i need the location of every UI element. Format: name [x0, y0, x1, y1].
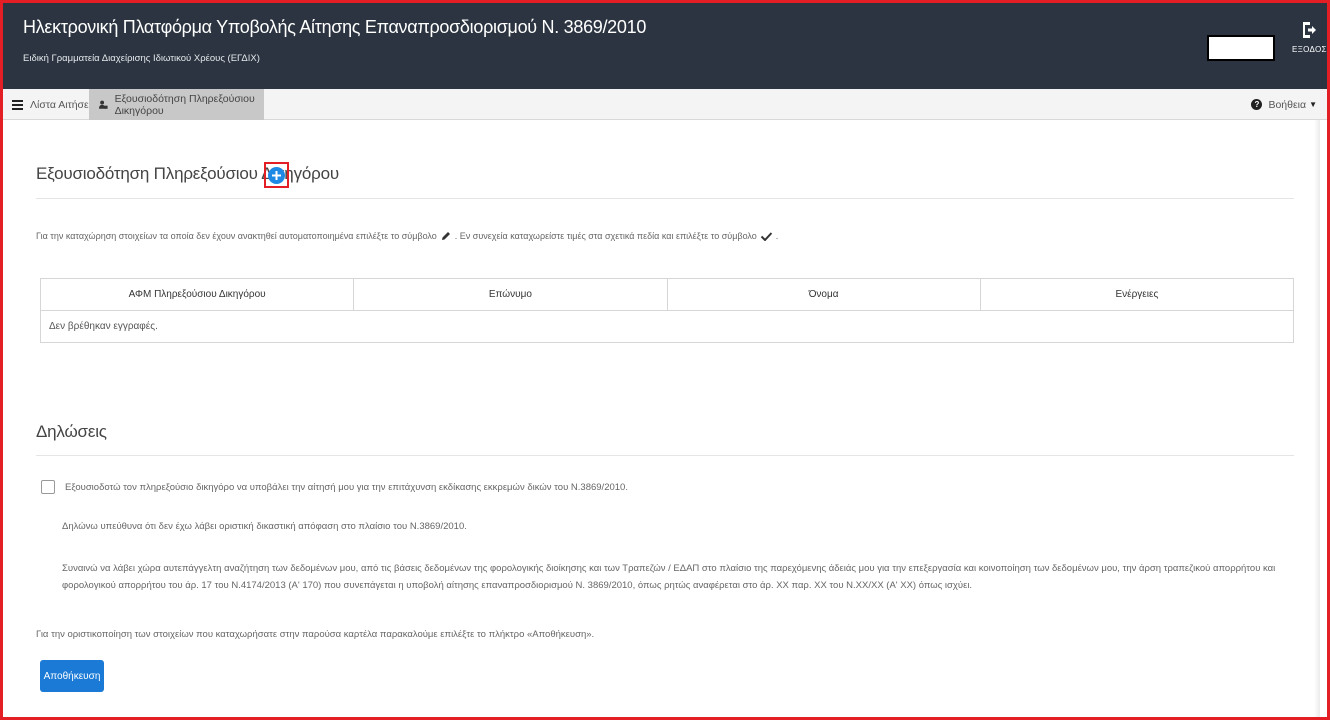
app-header: Ηλεκτρονική Πλατφόρμα Υποβολής Αίτησης Ε… — [3, 3, 1327, 89]
app-subtitle: Ειδική Γραμματεία Διαχείρισης Ιδιωτικού … — [23, 53, 260, 64]
authorize-lawyer-checkbox[interactable] — [41, 480, 55, 494]
app-title: Ηλεκτρονική Πλατφόρμα Υποβολής Αίτησης Ε… — [23, 17, 647, 37]
plus-icon — [272, 170, 281, 180]
user-name-box — [1207, 35, 1275, 61]
table-empty-message: Δεν βρέθηκαν εγγραφές. — [40, 310, 1294, 343]
column-header-actions: Ενέργειες — [979, 278, 1295, 311]
column-header-name: Όνομα — [666, 278, 981, 311]
instruction-text: Για την καταχώρηση στοιχείων τα οποία δε… — [36, 231, 778, 241]
help-label: Βοήθεια — [1268, 98, 1307, 111]
list-icon — [12, 99, 23, 110]
tab-lawyer-authorization-label: Εξουσιοδότηση Πληρεξούσιου Δικηγόρου — [114, 92, 255, 117]
question-circle-icon: ? — [1251, 99, 1263, 110]
declarations-section-title: Δηλώσεις — [36, 422, 107, 441]
save-button[interactable]: Αποθήκευση — [40, 660, 104, 692]
instruction-part1: Για την καταχώρηση στοιχείων τα οποία δε… — [36, 231, 437, 241]
exit-label: ΕΞΟΔΟΣ — [1292, 45, 1327, 54]
section-divider — [36, 198, 1294, 199]
exit-button[interactable]: ΕΞΟΔΟΣ — [1292, 21, 1326, 54]
lawyers-table: ΑΦΜ Πληρεξούσιου Δικηγόρου Επώνυμο Όνομα… — [39, 278, 1295, 343]
column-header-surname: Επώνυμο — [353, 278, 668, 311]
scroll-edge — [1314, 120, 1320, 717]
declaration-statement-2: Συναινώ να λάβει χώρα αυτεπάγγελτη αναζή… — [62, 563, 1276, 592]
caret-down-icon: ▼ — [1309, 100, 1317, 109]
section-divider — [36, 455, 1294, 456]
user-lock-icon — [99, 100, 108, 109]
authorization-section-title: Εξουσιοδότηση Πληρεξούσιου Δικηγόρου — [36, 164, 339, 183]
column-header-afm: ΑΦΜ Πληρεξούσιου Δικηγόρου — [39, 278, 355, 311]
check-icon — [760, 231, 772, 241]
declaration-statement-1: Δηλώνω υπεύθυνα ότι δεν έχω λάβει οριστι… — [62, 521, 467, 532]
add-highlight — [264, 162, 289, 188]
main-content — [3, 120, 1327, 717]
pencil-icon — [441, 232, 450, 240]
instruction-part3: . — [775, 231, 779, 241]
add-lawyer-button[interactable] — [268, 166, 285, 184]
tab-lawyer-authorization[interactable]: Εξουσιοδότηση Πληρεξούσιου Δικηγόρου — [89, 89, 264, 120]
help-menu[interactable]: ? Βοήθεια ▼ — [1251, 89, 1317, 120]
finalize-instruction: Για την οριστικοποίηση των στοιχείων που… — [36, 629, 595, 640]
table-row: Δεν βρέθηκαν εγγραφές. — [40, 310, 1294, 343]
tab-bar: Λίστα Αιτήσεων Εξουσιοδότηση Πληρεξούσιο… — [3, 89, 1327, 120]
table-header-row: ΑΦΜ Πληρεξούσιου Δικηγόρου Επώνυμο Όνομα… — [39, 278, 1295, 311]
instruction-part2: . Εν συνεχεία καταχωρείστε τιμές στα σχε… — [454, 231, 757, 241]
sign-out-icon — [1303, 22, 1316, 38]
authorize-lawyer-label: Εξουσιοδοτώ τον πληρεξούσιο δικηγόρο να … — [65, 482, 628, 493]
